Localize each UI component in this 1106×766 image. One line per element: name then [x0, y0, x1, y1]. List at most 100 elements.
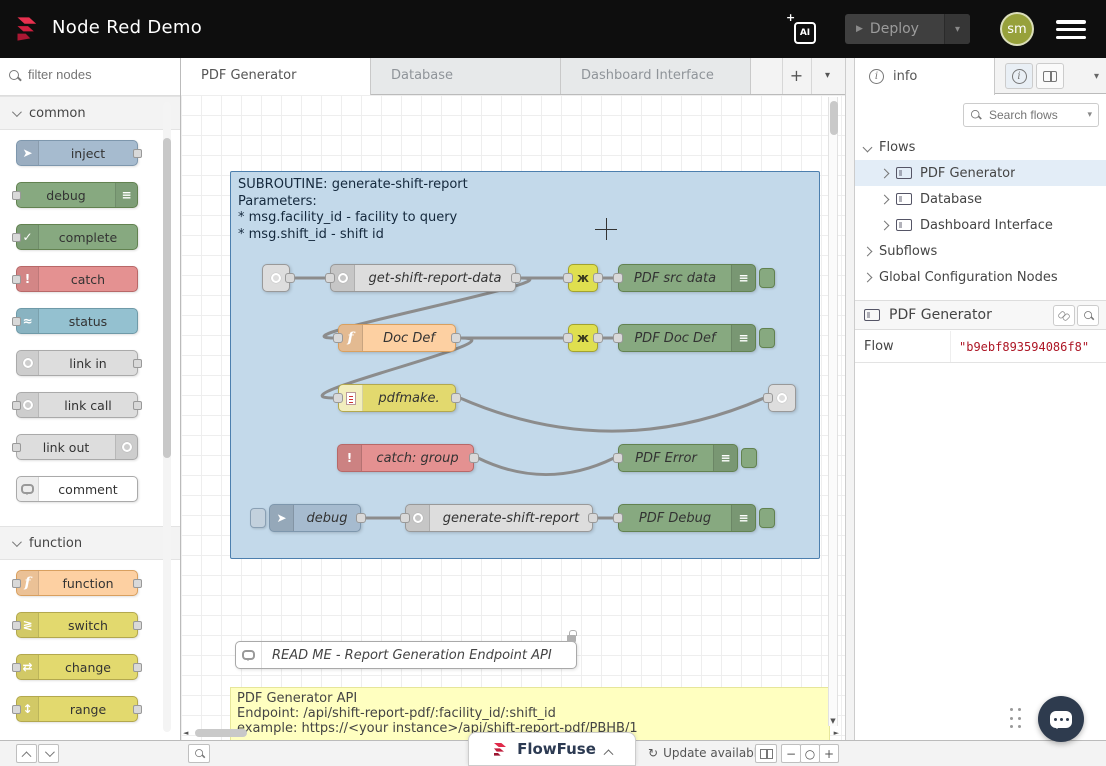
add-flow-button[interactable]: + [782, 58, 810, 94]
chevron-right-icon[interactable] [863, 272, 873, 282]
scroll-right-icon[interactable]: ► [834, 729, 839, 737]
search-flows-input[interactable] [989, 108, 1081, 122]
scroll-left-icon[interactable]: ◄ [183, 729, 188, 737]
palette-node-function[interactable]: ffunction [16, 570, 138, 596]
debug-pdf-debug[interactable]: ≡PDF Debug [618, 504, 756, 532]
palette-node-comment[interactable]: comment [16, 476, 138, 502]
node-port[interactable] [12, 579, 21, 588]
chevron-right-icon[interactable] [880, 168, 890, 178]
palette-node-link-call[interactable]: link call [16, 392, 138, 418]
node-port[interactable] [333, 393, 343, 403]
node-port[interactable] [133, 149, 142, 158]
tab-node-help[interactable]: i [1005, 63, 1033, 89]
inject-trigger-button[interactable] [250, 508, 266, 528]
link-out-node[interactable] [768, 384, 796, 412]
chevron-right-icon[interactable] [880, 220, 890, 230]
chevron-right-icon[interactable] [880, 194, 890, 204]
node-port[interactable] [12, 621, 21, 630]
chevron-down-icon[interactable] [863, 142, 873, 152]
tab-dashboard-interface[interactable]: Dashboard Interface [561, 58, 751, 94]
tree-item-dashboard-interface[interactable]: Dashboard Interface [855, 212, 1106, 238]
sidebar-splitter[interactable] [845, 58, 855, 740]
debug-toggle-button[interactable] [759, 328, 775, 348]
node-port[interactable] [12, 275, 21, 284]
widget-drag-handle[interactable] [1010, 708, 1022, 730]
link-call-generate-shift-report[interactable]: generate-shift-report [405, 504, 593, 532]
node-port[interactable] [613, 333, 623, 343]
node-port[interactable] [133, 401, 142, 410]
debug-toggle-button[interactable] [741, 448, 757, 468]
copy-link-button[interactable] [1053, 305, 1075, 326]
debug-toggle-button[interactable] [759, 508, 775, 528]
bug-node-2[interactable]: ж [568, 324, 598, 352]
tree-item-subflows[interactable]: Subflows [855, 238, 1106, 264]
node-port[interactable] [12, 705, 21, 714]
palette-category-function[interactable]: function [0, 526, 180, 560]
scroll-down-icon[interactable]: ▼ [829, 717, 837, 725]
chevron-right-icon[interactable] [863, 246, 873, 256]
scrollbar-thumb[interactable] [163, 138, 171, 458]
chat-button[interactable] [1038, 696, 1084, 742]
palette-scrollbar[interactable] [163, 102, 171, 732]
node-port[interactable] [613, 273, 623, 283]
tree-item-database[interactable]: Database [855, 186, 1106, 212]
node-port[interactable] [563, 273, 573, 283]
palette-node-range[interactable]: ↕range [16, 696, 138, 722]
catch-group-node[interactable]: !catch: group [337, 444, 474, 472]
canvas-vertical-scrollbar[interactable]: ▼ [828, 97, 838, 726]
flow-canvas[interactable]: SUBROUTINE: generate-shift-reportParamet… [181, 94, 845, 740]
zoom-out-button[interactable]: − [781, 744, 801, 763]
flowfuse-drawer-button[interactable]: FlowFuse [468, 732, 636, 766]
canvas-search-button[interactable] [188, 744, 210, 763]
tree-item-global-configuration-nodes[interactable]: Global Configuration Nodes [855, 264, 1106, 290]
node-port[interactable] [469, 453, 479, 463]
node-port[interactable] [133, 359, 142, 368]
main-menu-button[interactable] [1056, 20, 1086, 39]
node-port[interactable] [133, 579, 142, 588]
node-port[interactable] [12, 663, 21, 672]
search-flow-button[interactable] [1077, 305, 1099, 326]
node-port[interactable] [763, 393, 773, 403]
scrollbar-thumb[interactable] [830, 101, 838, 135]
node-port[interactable] [563, 333, 573, 343]
palette-node-switch[interactable]: ≷switch [16, 612, 138, 638]
node-port[interactable] [613, 453, 623, 463]
link-call-get-shift-report-data[interactable]: get-shift-report-data [330, 264, 516, 292]
node-port[interactable] [588, 513, 598, 523]
deploy-button[interactable]: ▶ Deploy ▾ [845, 14, 970, 44]
flow-list-dropdown-button[interactable]: ▾ [811, 58, 843, 94]
scrollbar-thumb[interactable] [195, 729, 247, 737]
node-port[interactable] [12, 443, 21, 452]
palette-node-change[interactable]: ⇄change [16, 654, 138, 680]
palette-category-common[interactable]: common [0, 96, 180, 130]
palette-node-debug[interactable]: ≡debug [16, 182, 138, 208]
tab-info[interactable]: i info [855, 58, 995, 95]
sidebar-tab-menu-button[interactable]: ▾ [1094, 71, 1099, 82]
tab-help[interactable] [1036, 63, 1064, 89]
palette-node-link-in[interactable]: link in [16, 350, 138, 376]
node-port[interactable] [613, 513, 623, 523]
tree-item-pdf-generator[interactable]: PDF Generator [855, 160, 1106, 186]
palette-node-inject[interactable]: ➤inject [16, 140, 138, 166]
pdfmake-node[interactable]: pdfmake. [338, 384, 456, 412]
palette-node-catch[interactable]: !catch [16, 266, 138, 292]
palette-filter-input[interactable] [28, 67, 156, 82]
debug-pdf-error[interactable]: ≡PDF Error [618, 444, 738, 472]
tree-item-flows[interactable]: Flows [855, 134, 1106, 160]
ai-assistant-button[interactable]: + AI [786, 14, 816, 44]
node-port[interactable] [133, 663, 142, 672]
node-port[interactable] [451, 333, 461, 343]
node-port[interactable] [12, 233, 21, 242]
comment-node-readme[interactable]: READ ME - Report Generation Endpoint API [235, 641, 577, 669]
zoom-reset-button[interactable]: ○ [800, 744, 820, 763]
palette-node-complete[interactable]: ✓complete [16, 224, 138, 250]
node-port[interactable] [593, 273, 603, 283]
search-flows-box[interactable]: ▾ [963, 103, 1099, 127]
navigator-toggle-button[interactable] [755, 744, 777, 763]
user-avatar[interactable]: sm [1000, 12, 1034, 46]
tab-database[interactable]: Database [371, 58, 561, 94]
node-port[interactable] [133, 705, 142, 714]
debug-pdf-src-data[interactable]: ≡PDF src data [618, 264, 756, 292]
node-port[interactable] [593, 333, 603, 343]
inject-debug[interactable]: ➤debug [269, 504, 361, 532]
